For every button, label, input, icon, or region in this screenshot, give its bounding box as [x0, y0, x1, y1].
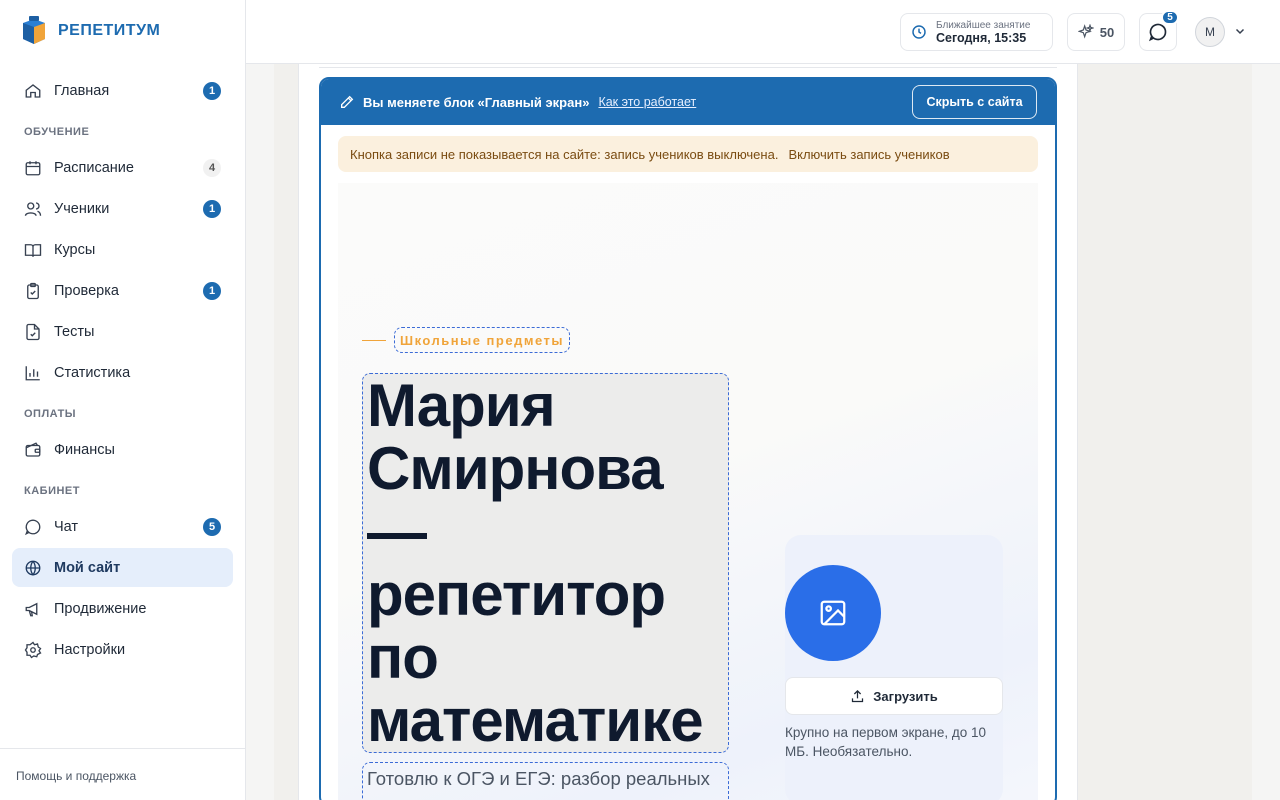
notification-badge: 5 [203, 517, 221, 536]
sidebar-item-students[interactable]: Ученики 1 [12, 189, 233, 228]
hero-title-line: Смирнова [367, 435, 664, 502]
sidebar-item-label: Главная [54, 82, 110, 99]
book-icon [24, 241, 42, 259]
hero-subtitle[interactable]: Готовлю к ОГЭ и ЕГЭ: разбор реальных [362, 762, 729, 800]
sidebar-item-statistics[interactable]: Статистика [12, 353, 233, 392]
sidebar-item-label: Чат [54, 518, 79, 535]
sidebar-item-label: Ученики [54, 200, 110, 217]
hero-title-line: репетитор [367, 561, 666, 628]
sidebar-item-label: Курсы [54, 241, 96, 258]
chevron-down-icon[interactable] [1234, 25, 1246, 37]
how-it-works-link[interactable]: Как это работает [598, 95, 696, 109]
sidebar: РЕПЕТИТУМ Главная 1 ОБУЧЕНИЕ Расписание … [0, 0, 246, 800]
photo-hint: Крупно на первом экране, до 10 МБ. Необя… [785, 725, 987, 759]
sparkles-icon [1077, 24, 1094, 39]
count-badge: 4 [203, 158, 221, 177]
editor-toolbar: Вы меняете блок «Главный экран» Как это … [321, 79, 1055, 125]
sidebar-item-finance[interactable]: Финансы [12, 430, 233, 469]
editor-title: Вы меняете блок «Главный экран» [363, 94, 590, 110]
hero-title-line: по [367, 624, 439, 691]
enable-booking-link[interactable]: Включить запись учеников [788, 147, 949, 162]
image-icon [820, 600, 846, 626]
next-lesson-button[interactable]: Ближайшее занятие Сегодня, 15:35 [900, 13, 1053, 51]
hero-title[interactable]: Мария Смирнова — репетитор по математике [362, 373, 729, 753]
sidebar-item-label: Настройки [54, 641, 126, 658]
pencil-icon [341, 95, 354, 108]
megaphone-icon [24, 600, 42, 618]
tag-line-decoration [362, 340, 386, 341]
logo-icon [23, 16, 45, 44]
sidebar-item-courses[interactable]: Курсы [12, 230, 233, 269]
photo-upload-card: Загрузить Крупно на первом экране, до 10… [785, 535, 1003, 800]
chat-count-badge: 5 [1161, 10, 1179, 25]
previous-block-edge [319, 64, 1057, 68]
section-label-payments: ОПЛАТЫ [24, 408, 77, 420]
hero-title-line: математике [367, 687, 704, 753]
globe-icon [24, 559, 42, 577]
sidebar-nav: Главная 1 ОБУЧЕНИЕ Расписание 4 Ученики … [12, 71, 233, 671]
chat-button[interactable]: 5 [1139, 10, 1179, 51]
sidebar-item-chat[interactable]: Чат 5 [12, 507, 233, 546]
calendar-icon [24, 159, 42, 177]
section-label-learning: ОБУЧЕНИЕ [24, 126, 90, 138]
help-label: Помощь и поддержка [16, 769, 137, 783]
sidebar-item-my-site[interactable]: Мой сайт [12, 548, 233, 587]
home-icon [24, 82, 42, 100]
brand-name: РЕПЕТИТУМ [58, 22, 161, 39]
sidebar-item-review[interactable]: Проверка 1 [12, 271, 233, 310]
notification-badge: 1 [203, 199, 221, 218]
upload-icon [852, 689, 864, 702]
upload-button[interactable]: Загрузить [785, 677, 1003, 715]
sidebar-item-label: Мой сайт [54, 559, 121, 576]
bar-chart-icon [24, 364, 42, 382]
clock-icon [912, 25, 926, 39]
notification-badge: 1 [203, 81, 221, 100]
test-file-icon [24, 323, 42, 341]
next-lesson-value: Сегодня, 15:35 [936, 30, 1027, 45]
sidebar-item-label: Проверка [54, 282, 119, 299]
points-value: 50 [1099, 24, 1115, 40]
notification-badge: 1 [203, 281, 221, 300]
help-link[interactable]: Помощь и поддержка [0, 748, 246, 800]
sidebar-item-label: Тесты [54, 323, 95, 340]
block-editor: Вы меняете блок «Главный экран» Как это … [319, 77, 1057, 800]
hero-block: Школьные предметы Мария Смирнова — репет… [338, 183, 1038, 800]
photo-placeholder[interactable] [785, 565, 881, 661]
sidebar-item-settings[interactable]: Настройки [12, 630, 233, 669]
sidebar-item-label: Расписание [54, 159, 134, 176]
hero-title-line: Мария [367, 373, 556, 439]
logo[interactable]: РЕПЕТИТУМ [20, 15, 160, 47]
sidebar-item-tests[interactable]: Тесты [12, 312, 233, 351]
message-icon [1148, 23, 1167, 42]
points-button[interactable]: 50 [1067, 13, 1125, 51]
sidebar-item-home[interactable]: Главная 1 [12, 71, 233, 110]
hero-title-line: — [367, 498, 427, 565]
sidebar-item-label: Финансы [54, 441, 115, 458]
sidebar-item-label: Продвижение [54, 600, 147, 617]
topbar: Ближайшее занятие Сегодня, 15:35 50 5 М [246, 0, 1280, 64]
notice-banner: Кнопка записи не показывается на сайте: … [338, 136, 1038, 172]
clipboard-check-icon [24, 282, 42, 300]
notice-text: Кнопка записи не показывается на сайте: … [350, 146, 779, 162]
section-label-cabinet: КАБИНЕТ [24, 485, 80, 497]
next-lesson-label: Ближайшее занятие [936, 19, 1031, 31]
hide-from-site-button[interactable]: Скрыть с сайта [912, 85, 1037, 119]
gear-icon [24, 641, 42, 659]
hero-tag[interactable]: Школьные предметы [394, 327, 570, 353]
sidebar-item-promotion[interactable]: Продвижение [12, 589, 233, 628]
sidebar-item-label: Статистика [54, 364, 131, 381]
sidebar-item-schedule[interactable]: Расписание 4 [12, 148, 233, 187]
chat-icon [24, 518, 42, 536]
users-icon [24, 200, 42, 218]
avatar[interactable]: М [1195, 17, 1225, 47]
upload-label: Загрузить [873, 688, 938, 704]
wallet-icon [24, 441, 42, 459]
